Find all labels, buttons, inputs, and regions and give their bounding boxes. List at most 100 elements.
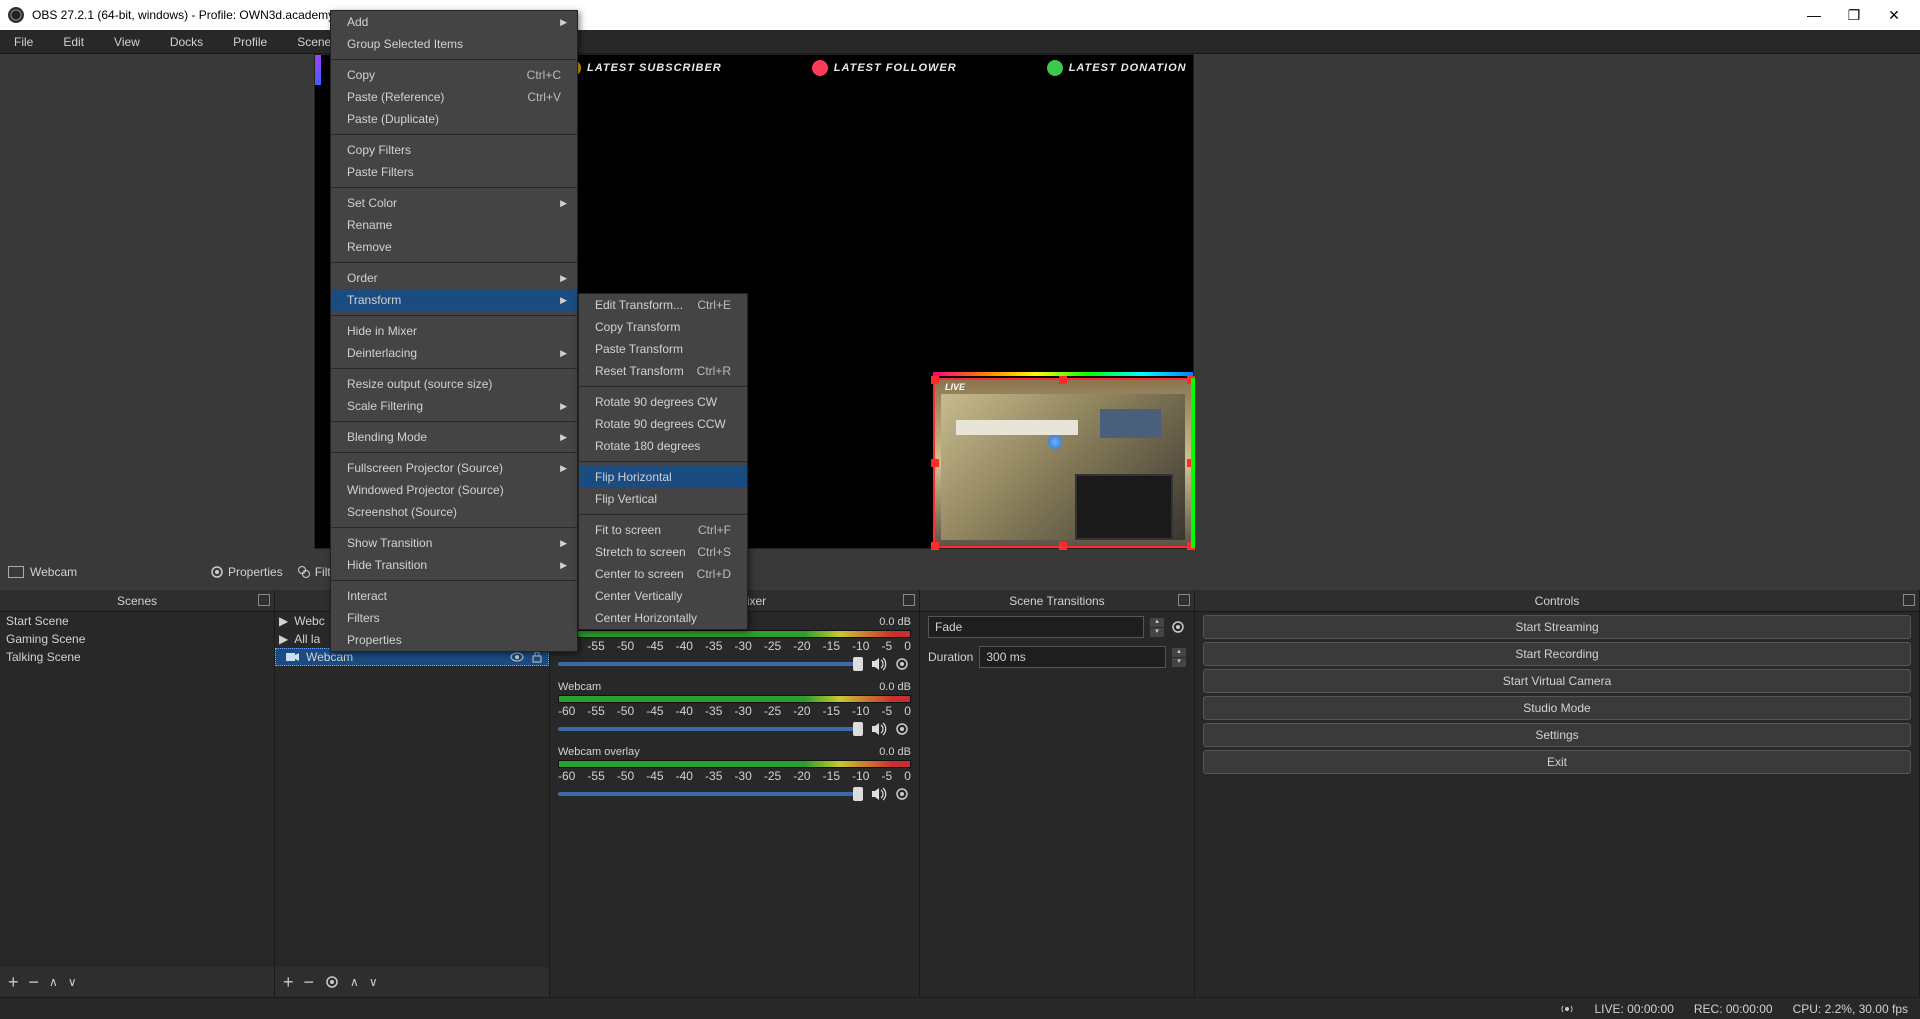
gear-icon[interactable] xyxy=(1170,619,1186,635)
menu-item-center-vertically[interactable]: Center Vertically xyxy=(579,585,747,607)
lock-icon[interactable] xyxy=(530,650,544,664)
menu-item-rotate-90-degrees-cw[interactable]: Rotate 90 degrees CW xyxy=(579,391,747,413)
menu-item-reset-transform[interactable]: Reset TransformCtrl+R xyxy=(579,360,747,382)
gear-icon[interactable] xyxy=(893,720,911,738)
menu-item-stretch-to-screen[interactable]: Stretch to screenCtrl+S xyxy=(579,541,747,563)
menu-item-add[interactable]: Add▶ xyxy=(331,11,577,33)
play-icon: ▶ xyxy=(279,632,288,646)
menu-item-rotate-90-degrees-ccw[interactable]: Rotate 90 degrees CCW xyxy=(579,413,747,435)
chevron-up-icon[interactable]: ▴ xyxy=(1172,648,1186,657)
obs-logo-icon xyxy=(8,7,24,23)
start-virtual-camera-button[interactable]: Start Virtual Camera xyxy=(1203,669,1911,693)
detach-icon[interactable] xyxy=(258,594,270,606)
menu-item-rotate-180-degrees[interactable]: Rotate 180 degrees xyxy=(579,435,747,457)
scene-item[interactable]: Gaming Scene xyxy=(0,630,274,648)
menu-item-copy-transform[interactable]: Copy Transform xyxy=(579,316,747,338)
visibility-icon[interactable] xyxy=(510,650,524,664)
scene-item[interactable]: Start Scene xyxy=(0,612,274,630)
gear-icon[interactable] xyxy=(893,655,911,673)
separator xyxy=(579,461,747,462)
menu-edit[interactable]: Edit xyxy=(57,33,90,51)
source-context-menu[interactable]: Add▶Group Selected Items CopyCtrl+C Paste … xyxy=(330,10,578,652)
source-down-button[interactable]: ∨ xyxy=(369,975,378,989)
menu-item-edit-transform-[interactable]: Edit Transform...Ctrl+E xyxy=(579,294,747,316)
duration-input[interactable]: 300 ms xyxy=(979,646,1166,668)
menu-item-set-color[interactable]: Set Color▶ xyxy=(331,192,577,214)
menu-item-paste-filters: Paste Filters xyxy=(331,161,577,183)
chevron-down-icon[interactable]: ▾ xyxy=(1150,628,1164,637)
menu-item-group-selected-items[interactable]: Group Selected Items xyxy=(331,33,577,55)
separator xyxy=(331,134,577,135)
menu-item-windowed-projector-source-[interactable]: Windowed Projector (Source) xyxy=(331,479,577,501)
remove-source-button[interactable]: − xyxy=(304,972,315,993)
source-settings-button[interactable] xyxy=(324,974,340,990)
mixer-track: Webcam overlay0.0 dB-60-55-50-45-40-35-3… xyxy=(550,742,919,807)
separator xyxy=(331,187,577,188)
speaker-icon[interactable] xyxy=(869,655,887,673)
webcam-source-bounds[interactable]: LIVE xyxy=(933,378,1193,548)
minimize-button[interactable]: — xyxy=(1804,7,1824,24)
menu-item-scale-filtering[interactable]: Scale Filtering▶ xyxy=(331,395,577,417)
menu-item-filters[interactable]: Filters xyxy=(331,607,577,629)
settings-button[interactable]: Settings xyxy=(1203,723,1911,747)
menu-item-resize-output-source-size-[interactable]: Resize output (source size) xyxy=(331,373,577,395)
maximize-button[interactable]: ❐ xyxy=(1844,7,1864,24)
chevron-down-icon[interactable]: ▾ xyxy=(1172,658,1186,667)
start-recording-button[interactable]: Start Recording xyxy=(1203,642,1911,666)
volume-slider[interactable] xyxy=(558,662,863,666)
menu-item-screenshot-source-[interactable]: Screenshot (Source) xyxy=(331,501,577,523)
detach-icon[interactable] xyxy=(903,594,915,606)
menu-item-show-transition[interactable]: Show Transition▶ xyxy=(331,532,577,554)
transform-submenu[interactable]: Edit Transform...Ctrl+ECopy TransformPas… xyxy=(578,293,748,630)
menu-item-transform[interactable]: Transform▶ xyxy=(331,289,577,311)
preview-scene-label: Webcam xyxy=(8,565,77,579)
speaker-icon[interactable] xyxy=(869,720,887,738)
overlay-label: LATEST FOLLOWER xyxy=(812,60,957,76)
menu-view[interactable]: View xyxy=(108,33,146,51)
properties-button[interactable]: Properties xyxy=(210,565,283,579)
menu-item-center-to-screen[interactable]: Center to screenCtrl+D xyxy=(579,563,747,585)
menu-profile[interactable]: Profile xyxy=(227,33,273,51)
status-cpu: CPU: 2.2%, 30.00 fps xyxy=(1793,1002,1908,1016)
menu-item-flip-horizontal[interactable]: Flip Horizontal xyxy=(579,466,747,488)
exit-button[interactable]: Exit xyxy=(1203,750,1911,774)
add-source-button[interactable]: + xyxy=(283,972,294,993)
chevron-right-icon: ▶ xyxy=(560,295,567,306)
menu-item-copy[interactable]: CopyCtrl+C xyxy=(331,64,577,86)
menu-item-rename[interactable]: Rename xyxy=(331,214,577,236)
menu-item-order[interactable]: Order▶ xyxy=(331,267,577,289)
scene-down-button[interactable]: ∨ xyxy=(68,975,77,989)
menu-docks[interactable]: Docks xyxy=(164,33,209,51)
volume-slider[interactable] xyxy=(558,727,863,731)
menu-item-center-horizontally[interactable]: Center Horizontally xyxy=(579,607,747,629)
menu-item-deinterlacing[interactable]: Deinterlacing▶ xyxy=(331,342,577,364)
source-up-button[interactable]: ∧ xyxy=(350,975,359,989)
duration-label: Duration xyxy=(928,650,973,664)
menu-item-hide-in-mixer[interactable]: Hide in Mixer xyxy=(331,320,577,342)
transition-select[interactable]: Fade xyxy=(928,616,1144,638)
remove-scene-button[interactable]: − xyxy=(29,972,40,993)
overlay-label: LATEST DONATION xyxy=(1047,60,1187,76)
menu-item-fit-to-screen[interactable]: Fit to screenCtrl+F xyxy=(579,519,747,541)
studio-mode-button[interactable]: Studio Mode xyxy=(1203,696,1911,720)
menu-item-remove[interactable]: Remove xyxy=(331,236,577,258)
scene-item[interactable]: Talking Scene xyxy=(0,648,274,666)
detach-icon[interactable] xyxy=(1178,594,1190,606)
volume-slider[interactable] xyxy=(558,792,863,796)
menu-item-fullscreen-projector-source-[interactable]: Fullscreen Projector (Source)▶ xyxy=(331,457,577,479)
gear-icon[interactable] xyxy=(893,785,911,803)
menu-item-properties[interactable]: Properties xyxy=(331,629,577,651)
close-button[interactable]: ✕ xyxy=(1884,7,1904,24)
chevron-up-icon[interactable]: ▴ xyxy=(1150,618,1164,627)
menu-file[interactable]: File xyxy=(8,33,39,51)
scene-up-button[interactable]: ∧ xyxy=(49,975,58,989)
menu-item-hide-transition[interactable]: Hide Transition▶ xyxy=(331,554,577,576)
status-live: LIVE: 00:00:00 xyxy=(1594,1002,1673,1016)
separator xyxy=(579,386,747,387)
add-scene-button[interactable]: + xyxy=(8,972,19,993)
menu-item-flip-vertical[interactable]: Flip Vertical xyxy=(579,488,747,510)
menu-item-blending-mode[interactable]: Blending Mode▶ xyxy=(331,426,577,448)
start-streaming-button[interactable]: Start Streaming xyxy=(1203,615,1911,639)
detach-icon[interactable] xyxy=(1903,594,1915,606)
speaker-icon[interactable] xyxy=(869,785,887,803)
